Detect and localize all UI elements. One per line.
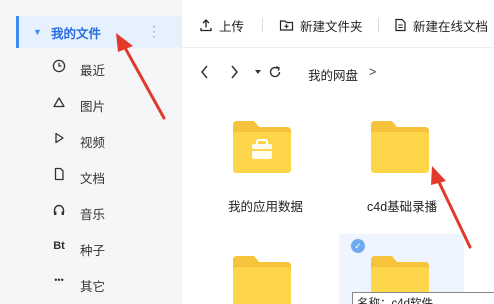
sidebar-item-documents[interactable]: 文档: [16, 159, 181, 191]
sidebar-item-label: 视频: [80, 136, 106, 150]
caret-down-icon[interactable]: ▼: [33, 27, 45, 37]
breadcrumb[interactable]: 我的网盘: [308, 65, 358, 84]
toolbar-separator: [262, 18, 263, 32]
new-folder-icon: [279, 20, 294, 31]
new-document-icon: [395, 18, 406, 32]
breadcrumb-separator: >: [369, 65, 377, 79]
sidebar-item-label: 种子: [80, 244, 106, 258]
upload-label: 上传: [219, 19, 245, 34]
folder-name[interactable]: c4d基础录播: [367, 196, 437, 215]
new-online-doc-button[interactable]: 新建在线文档: [394, 16, 488, 34]
sidebar-item-my-files[interactable]: ▼ 我的文件 · · ·: [16, 16, 181, 48]
folder-icon: [233, 256, 291, 304]
more-icon: •••: [54, 275, 64, 285]
sidebar-item-label: 音乐: [80, 208, 106, 222]
bt-icon: Bt: [53, 240, 65, 252]
refresh-icon[interactable]: [268, 62, 282, 82]
check-icon[interactable]: ✓: [351, 239, 365, 253]
app-folder-icon: [233, 121, 291, 173]
tooltip: 名称：c4d软件: [352, 292, 494, 304]
sidebar-item-label: 其它: [80, 280, 106, 294]
back-icon[interactable]: [198, 62, 212, 82]
new-folder-label: 新建文件夹: [300, 19, 363, 34]
upload-button[interactable]: 上传: [199, 16, 244, 34]
sidebar-item-music[interactable]: 音乐: [16, 195, 181, 227]
headphones-icon: [50, 203, 68, 220]
folder-icon: [371, 121, 429, 173]
sidebar-item-label: 图片: [80, 100, 106, 114]
clock-icon: [50, 59, 68, 76]
sidebar-item-label: 最近: [80, 64, 106, 78]
image-icon: [50, 95, 68, 112]
forward-icon[interactable]: [227, 62, 241, 82]
sidebar-item-recent[interactable]: 最近: [16, 51, 181, 83]
history-dropdown-icon[interactable]: [251, 62, 265, 82]
sidebar-item-images[interactable]: 图片: [16, 87, 181, 119]
sidebar-item-torrents[interactable]: Bt 种子: [16, 231, 181, 263]
sidebar-item-videos[interactable]: 视频: [16, 123, 181, 155]
play-icon: [50, 131, 68, 148]
toolbar-separator: [378, 18, 379, 32]
new-folder-button[interactable]: 新建文件夹: [279, 16, 363, 34]
folder-item[interactable]: [368, 117, 438, 179]
sidebar-item-label: 文档: [80, 172, 106, 186]
toolbar: 上传 新建文件夹 新建在线文档: [182, 0, 494, 48]
navigation-bar: 我的网盘 >: [182, 56, 494, 88]
sidebar-item-label: 我的文件: [51, 26, 102, 41]
more-vertical-icon[interactable]: · · ·: [151, 20, 157, 42]
upload-icon: [200, 19, 212, 32]
sidebar: ▼ 我的文件 · · · 最近 图片 视频 文档 音乐 Bt 种子 ••• 其它: [0, 0, 181, 304]
sidebar-item-other[interactable]: ••• 其它: [16, 267, 181, 299]
folder-name[interactable]: 我的应用数据: [228, 196, 303, 215]
folder-item[interactable]: [230, 117, 300, 179]
folder-item[interactable]: [230, 252, 300, 304]
document-icon: [50, 167, 68, 184]
new-online-doc-label: 新建在线文档: [413, 19, 489, 34]
